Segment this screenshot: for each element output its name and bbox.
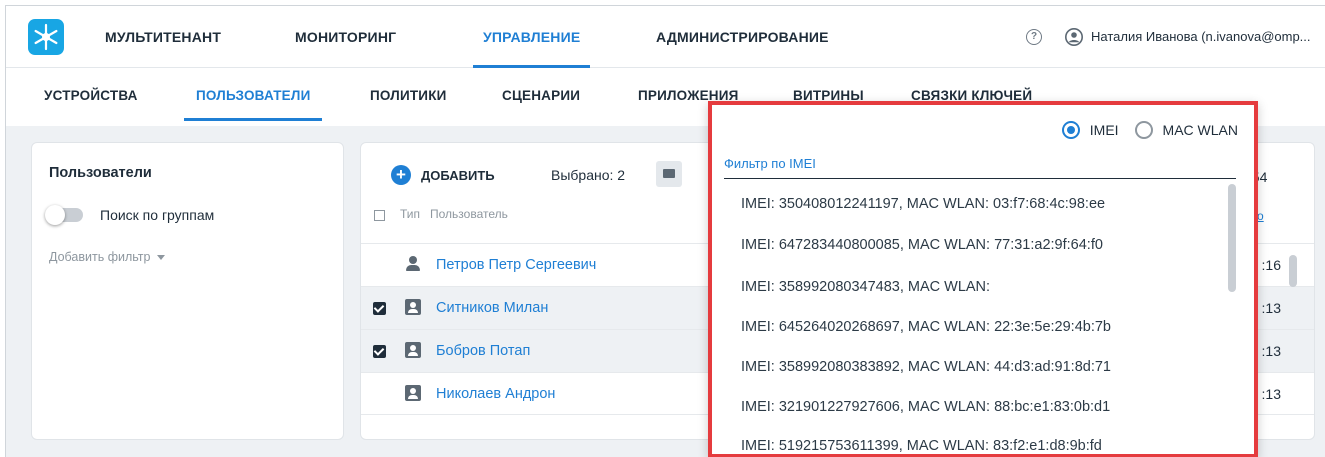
contact-icon	[405, 299, 421, 315]
tab-policies[interactable]: ПОЛИТИКИ	[370, 88, 447, 103]
tab-scenarios[interactable]: СЦЕНАРИИ	[502, 88, 580, 103]
add-button-label: ДОБАВИТЬ	[421, 167, 495, 183]
panel-title: Пользователи	[49, 165, 152, 181]
dropdown-option[interactable]: IMEI: 645264020268697, MAC WLAN: 22:3e:5…	[741, 319, 1111, 335]
tab-users[interactable]: ПОЛЬЗОВАТЕЛИ	[183, 88, 323, 121]
app-logo-icon[interactable]	[28, 19, 64, 55]
user-link[interactable]: Петров Петр Сергеевич	[436, 257, 596, 273]
column-user[interactable]: Пользователь	[430, 207, 508, 221]
user-avatar-icon[interactable]	[1065, 28, 1083, 46]
radio-imei[interactable]	[1061, 121, 1080, 139]
app-window: МУЛЬТИТЕНАНТ МОНИТОРИНГ УПРАВЛЕНИЕ АДМИН…	[5, 5, 1325, 457]
dropdown-option[interactable]: IMEI: 358992080383892, MAC WLAN: 44:d3:a…	[741, 359, 1111, 375]
caret-down-icon	[156, 255, 165, 261]
row-checkbox-checked[interactable]	[373, 345, 386, 358]
person-icon	[405, 256, 421, 272]
dropdown-option[interactable]: IMEI: 358992080347483, MAC WLAN:	[741, 279, 990, 295]
user-link[interactable]: Бобров Потап	[436, 343, 530, 359]
add-filter-label: Добавить фильтр	[49, 250, 151, 264]
radio-mac-wlan-label[interactable]: MAC WLAN	[1163, 122, 1238, 138]
row-time: :13	[1261, 300, 1281, 316]
user-link[interactable]: Ситников Милан	[436, 300, 548, 316]
dropdown-option[interactable]: IMEI: 321901227927606, MAC WLAN: 88:bc:e…	[741, 399, 1110, 415]
row-time: :16	[1261, 257, 1281, 273]
add-filter-dropdown[interactable]: Добавить фильтр	[49, 250, 165, 264]
radio-imei-label[interactable]: IMEI	[1090, 122, 1119, 138]
select-all-checkbox[interactable]	[374, 210, 385, 221]
filter-type-radio-group: IMEI MAC WLAN	[1061, 121, 1238, 139]
contact-icon	[405, 342, 421, 358]
dropdown-option[interactable]: IMEI: 519215753611399, MAC WLAN: 83:f2:e…	[741, 438, 1102, 454]
nav-administration[interactable]: АДМИНИСТРИРОВАНИЕ	[656, 6, 829, 68]
move-to-group-button[interactable]	[656, 161, 682, 187]
row-time: :13	[1261, 386, 1281, 402]
table-scrollbar[interactable]	[1289, 255, 1297, 287]
column-type[interactable]: Тип	[400, 207, 420, 221]
nav-multitenant[interactable]: МУЛЬТИТЕНАНТ	[105, 6, 221, 68]
nav-management[interactable]: УПРАВЛЕНИЕ	[472, 6, 591, 68]
nav-monitoring[interactable]: МОНИТОРИНГ	[295, 6, 396, 68]
folder-icon	[663, 169, 675, 178]
dropdown-scrollbar[interactable]	[1228, 184, 1236, 292]
selected-count: Выбрано: 2	[551, 167, 626, 183]
group-search-toggle[interactable]	[45, 205, 83, 225]
user-name[interactable]: Наталия Иванова (n.ivanova@omp...	[1091, 29, 1311, 44]
radio-mac-wlan[interactable]	[1134, 121, 1153, 139]
tab-devices[interactable]: УСТРОЙСТВА	[44, 88, 138, 103]
row-checkbox-checked[interactable]	[373, 302, 386, 315]
dropdown-option[interactable]: IMEI: 647283440800085, MAC WLAN: 77:31:a…	[741, 237, 1103, 253]
group-search-label: Поиск по группам	[100, 207, 215, 223]
add-user-button[interactable]: + ДОБАВИТЬ	[391, 163, 495, 187]
user-link[interactable]: Николаев Андрон	[436, 386, 555, 402]
imei-filter-input-label[interactable]: Фильтр по IMEI	[724, 156, 816, 171]
plus-icon: +	[391, 165, 411, 185]
imei-filter-input[interactable]	[724, 178, 1236, 179]
users-filter-panel: Пользователи Поиск по группам Добавить ф…	[31, 142, 344, 440]
contact-icon	[405, 385, 421, 401]
help-icon[interactable]: ?	[1026, 29, 1042, 45]
dropdown-option[interactable]: IMEI: 350408012241197, MAC WLAN: 03:f7:6…	[741, 196, 1105, 212]
imei-filter-dropdown: IMEI MAC WLAN Фильтр по IMEI IMEI: 35040…	[708, 101, 1258, 457]
top-navigation: МУЛЬТИТЕНАНТ МОНИТОРИНГ УПРАВЛЕНИЕ АДМИН…	[6, 6, 1325, 68]
row-time: :13	[1261, 343, 1281, 359]
